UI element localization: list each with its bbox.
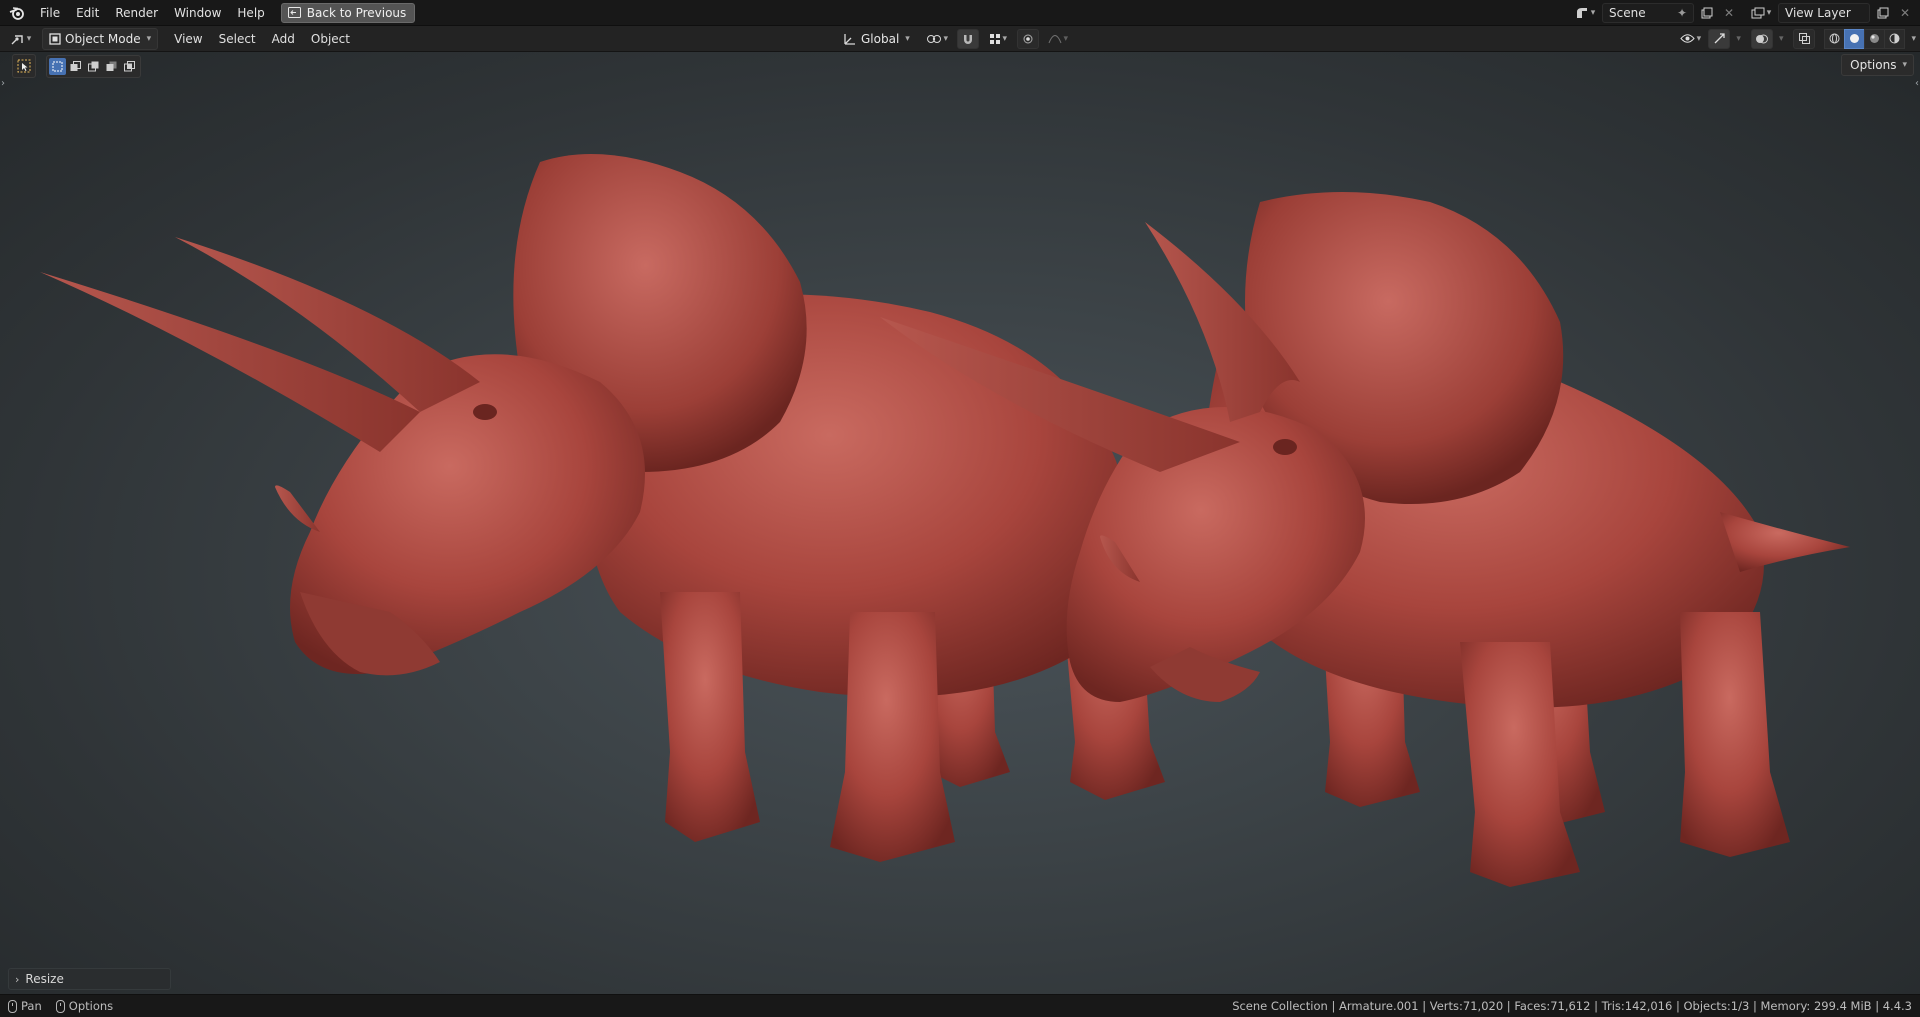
mouse-middle-icon — [8, 999, 17, 1013]
view-layer-icon[interactable]: ▾ — [1748, 4, 1774, 22]
menu-view[interactable]: View — [166, 29, 210, 49]
falloff-curve-icon[interactable]: ▾ — [1045, 30, 1071, 48]
object-mode-dropdown[interactable]: Object Mode ▾ — [42, 27, 159, 50]
transform-orientation-dropdown[interactable]: Global ▾ — [836, 28, 917, 50]
viewport-options-button[interactable]: Options ▾ — [1841, 54, 1914, 76]
last-operator-panel[interactable]: › Resize — [8, 968, 171, 990]
delete-scene-icon[interactable]: ✕ — [1720, 4, 1738, 22]
status-bar: Pan Options Scene Collection | Armature.… — [0, 994, 1920, 1017]
last-operator-label: Resize — [25, 972, 64, 986]
viewport-options-label: Options — [1850, 58, 1897, 72]
back-to-previous-button[interactable]: Back to Previous — [280, 2, 416, 23]
chevron-down-icon: ▾ — [146, 33, 152, 44]
new-view-layer-icon[interactable] — [1874, 4, 1892, 22]
scene-icon[interactable]: ▾ — [1572, 4, 1598, 22]
3d-viewport[interactable]: Options ▾ › ‹ › Resize — [0, 52, 1920, 994]
blender-logo-icon[interactable] — [2, 2, 32, 24]
selection-mode-group — [46, 54, 141, 78]
sidebar-expand-arrow-icon[interactable]: ‹ — [1915, 78, 1919, 89]
top-menu-bar: File Edit Render Window Help Back to Pre… — [0, 0, 1920, 26]
scene-statistics: Scene Collection | Armature.001 | Verts:… — [1232, 999, 1912, 1013]
shading-mode-group — [1824, 28, 1906, 49]
back-screen-icon — [287, 7, 301, 18]
visibility-eye-icon[interactable]: ▾ — [1676, 30, 1704, 48]
select-invert-icon[interactable] — [103, 58, 120, 75]
triceratops-left — [40, 154, 1165, 862]
scene-name-field[interactable]: Scene ✦ — [1602, 2, 1694, 23]
triceratops-models — [40, 154, 1850, 887]
object-mode-label: Object Mode — [65, 31, 141, 46]
wireframe-shading-icon[interactable] — [1824, 28, 1846, 49]
transform-pivot-icon[interactable]: ▾ — [923, 30, 951, 48]
overlays-icon[interactable] — [1750, 28, 1773, 49]
menu-file[interactable]: File — [32, 2, 68, 24]
snap-target-icon[interactable]: ▾ — [985, 30, 1011, 48]
options-hint: Options — [68, 999, 114, 1013]
proportional-editing-icon[interactable] — [1016, 28, 1039, 49]
mouse-right-icon — [55, 999, 65, 1013]
chevron-right-icon: › — [15, 972, 20, 986]
menu-render[interactable]: Render — [107, 2, 166, 24]
view-layer-field[interactable]: View Layer — [1778, 2, 1870, 23]
menu-select[interactable]: Select — [211, 29, 264, 49]
gizmo-toggle-icon[interactable] — [1708, 28, 1731, 49]
menu-help[interactable]: Help — [229, 2, 272, 24]
rendered-shading-icon[interactable] — [1884, 28, 1906, 49]
menu-object[interactable]: Object — [303, 29, 358, 49]
solid-shading-icon[interactable] — [1844, 28, 1866, 49]
menu-edit[interactable]: Edit — [68, 2, 107, 24]
select-subtract-icon[interactable] — [85, 58, 102, 75]
material-preview-icon[interactable] — [1864, 28, 1886, 49]
select-new-icon[interactable] — [49, 57, 66, 75]
menu-window[interactable]: Window — [166, 2, 229, 24]
toolbar-expand-arrow-icon[interactable]: › — [1, 78, 5, 89]
tool-settings-row — [12, 54, 141, 78]
pin-icon[interactable]: ✦ — [1677, 6, 1687, 20]
shading-menu-chevron-icon[interactable]: ▾ — [1911, 34, 1916, 44]
select-intersect-icon[interactable] — [121, 58, 138, 75]
chevron-down-icon: ▾ — [1902, 60, 1907, 70]
menu-add[interactable]: Add — [264, 29, 303, 49]
object-mode-icon — [49, 32, 61, 45]
transform-orientation-label: Global — [861, 31, 900, 46]
select-extend-icon[interactable] — [67, 58, 84, 75]
overlays-menu-chevron-icon[interactable]: ▾ — [1779, 34, 1784, 44]
gizmo-menu-chevron-icon[interactable]: ▾ — [1736, 34, 1741, 44]
new-scene-icon[interactable] — [1698, 4, 1716, 22]
orientation-axes-icon — [844, 33, 855, 45]
viewport-header: ▾ Object Mode ▾ View Select Add Object G… — [0, 26, 1920, 52]
pan-hint: Pan — [21, 999, 42, 1013]
scene-name: Scene — [1609, 5, 1646, 20]
select-box-tool-icon[interactable] — [12, 54, 36, 78]
delete-view-layer-icon[interactable]: ✕ — [1896, 4, 1914, 22]
xray-icon[interactable] — [1793, 28, 1816, 49]
view-layer-name: View Layer — [1785, 5, 1851, 20]
snap-magnet-icon[interactable] — [956, 28, 979, 49]
editor-type-icon[interactable]: ▾ — [6, 30, 36, 48]
back-to-previous-label: Back to Previous — [306, 5, 407, 20]
